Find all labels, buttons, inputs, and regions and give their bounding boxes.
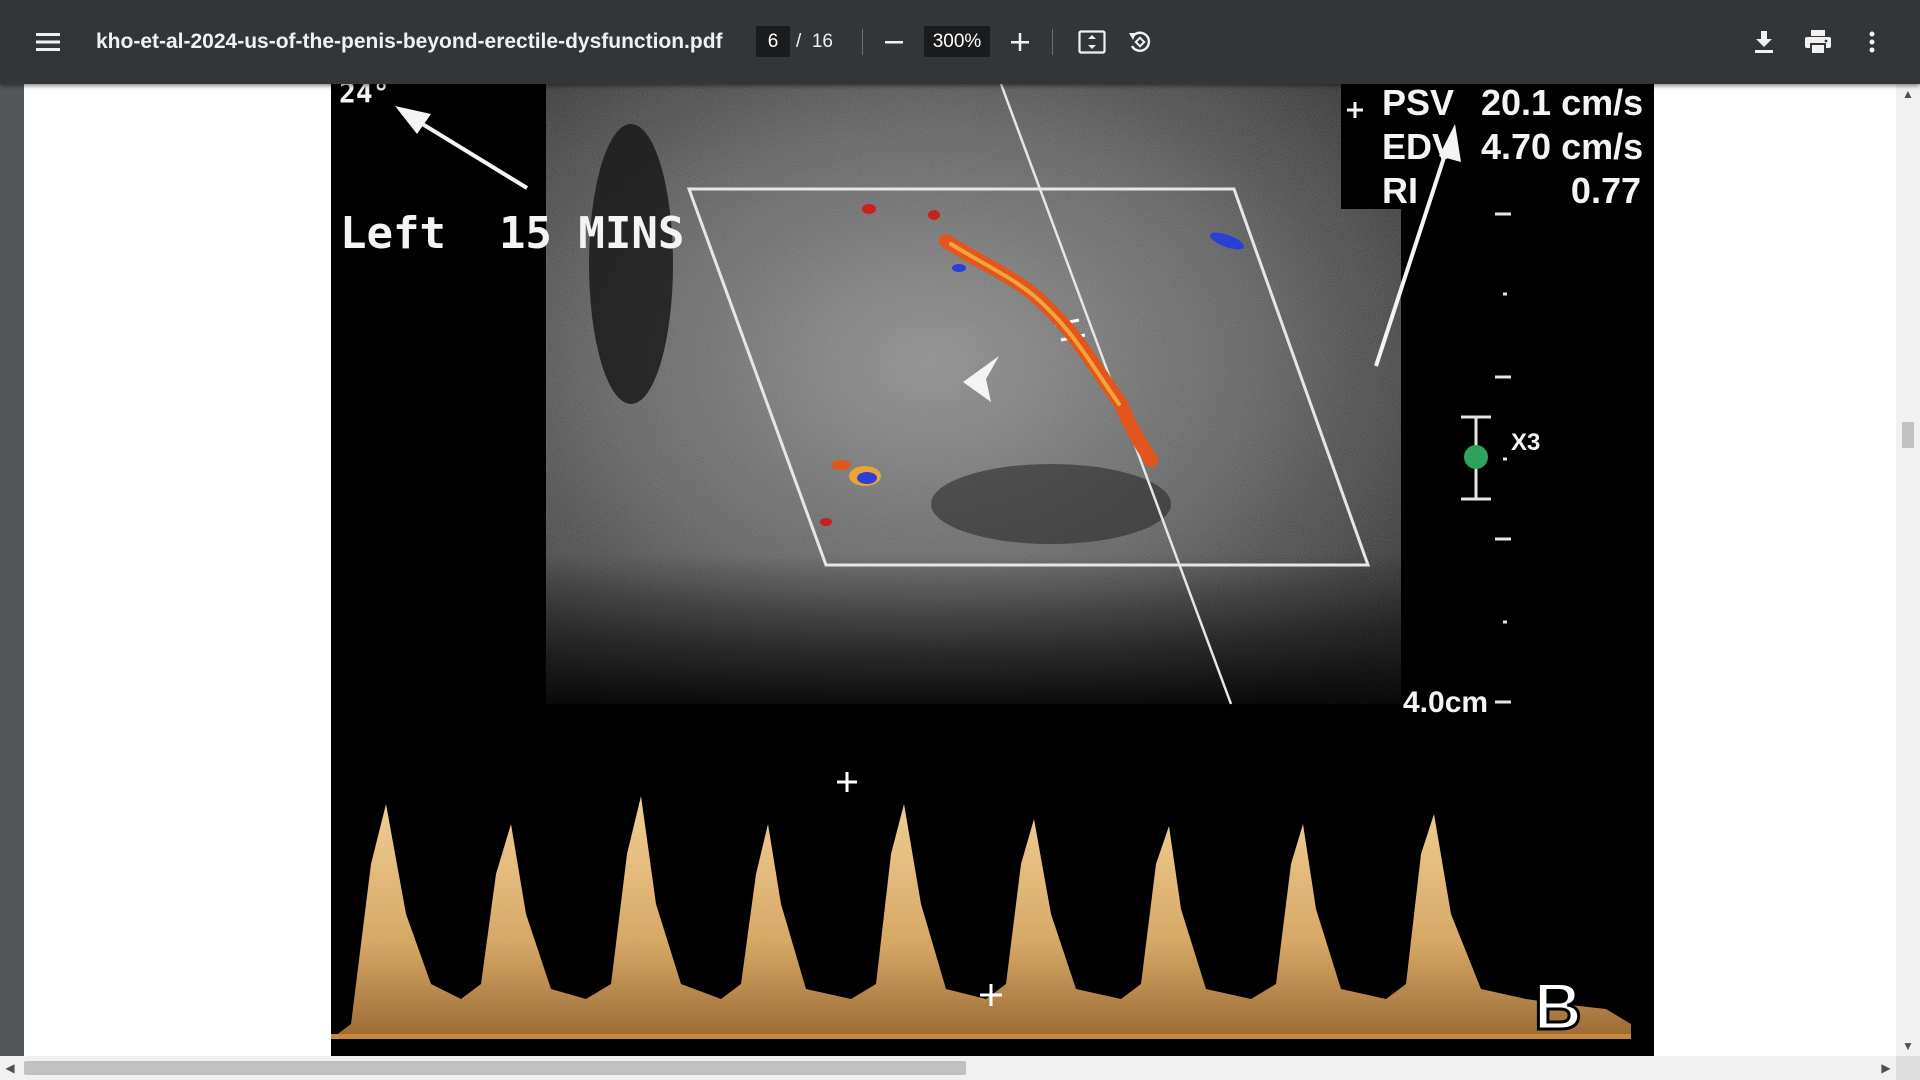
spectral-baseline — [331, 1034, 1631, 1039]
figure-panel-letter: B — [1533, 968, 1584, 1045]
vertical-scrollbar[interactable]: ▲ ▼ — [1896, 84, 1920, 1056]
zoom-out-button[interactable] — [874, 22, 914, 62]
zoom-in-button[interactable] — [1000, 22, 1040, 62]
flow-spot — [857, 472, 877, 484]
ri-value: 0.77 — [1570, 170, 1641, 211]
pdf-page: 24° Left 15 MINS PSV 20.1 cm/s EDV 4.70 … — [24, 84, 1896, 1056]
ultrasound-figure: 24° Left 15 MINS PSV 20.1 cm/s EDV 4.70 … — [331, 84, 1654, 1056]
document-title: kho-et-al-2024-us-of-the-penis-beyond-er… — [96, 30, 723, 53]
edv-value: 4.70 cm/s — [1481, 126, 1644, 167]
page-total-label: / 16 — [796, 30, 833, 52]
psv-label: PSV — [1382, 84, 1455, 123]
hamburger-menu-icon — [36, 33, 60, 51]
depth-scale-label: 4.0cm — [1403, 686, 1489, 719]
dark-structure — [931, 464, 1171, 544]
spectral-caliper — [837, 772, 857, 792]
scroll-down-arrow-icon[interactable]: ▼ — [1896, 1036, 1920, 1056]
fit-to-page-button[interactable] — [1072, 22, 1112, 62]
tissue-fade — [546, 554, 1401, 704]
print-button[interactable] — [1798, 22, 1838, 62]
pdf-toolbar: kho-et-al-2024-us-of-the-penis-beyond-er… — [0, 0, 1920, 84]
annotation-arrow — [409, 115, 529, 190]
download-button[interactable] — [1744, 22, 1784, 62]
annotation-arrowhead — [395, 106, 431, 134]
fit-to-page-icon — [1078, 30, 1106, 54]
scrollbar-corner — [1896, 1056, 1920, 1080]
more-vertical-icon — [1869, 31, 1875, 53]
focal-zone-dot — [1464, 445, 1488, 469]
side-time-label: Left 15 MINS — [340, 208, 685, 259]
scroll-up-arrow-icon[interactable]: ▲ — [1896, 84, 1920, 104]
toolbar-divider — [862, 29, 863, 55]
insonation-angle-label: 24° — [339, 84, 390, 109]
more-actions-button[interactable] — [1852, 22, 1892, 62]
zoom-level-input[interactable]: 300% — [924, 26, 990, 57]
ri-label: RI — [1382, 170, 1418, 211]
depth-scale — [1495, 212, 1511, 704]
minus-icon — [885, 41, 903, 44]
menu-button[interactable] — [28, 22, 68, 62]
scroll-right-arrow-icon[interactable]: ▶ — [1876, 1056, 1896, 1080]
scroll-left-arrow-icon[interactable]: ◀ — [0, 1056, 20, 1080]
document-viewport[interactable]: 24° Left 15 MINS PSV 20.1 cm/s EDV 4.70 … — [0, 84, 1920, 1080]
vertical-scroll-thumb[interactable] — [1902, 422, 1914, 448]
edv-label: EDV — [1382, 126, 1457, 167]
rotate-counterclockwise-icon — [1129, 31, 1151, 52]
horizontal-scroll-thumb[interactable] — [24, 1061, 966, 1075]
zoom-factor-label: X3 — [1511, 429, 1541, 456]
print-icon — [1805, 30, 1831, 55]
psv-value: 20.1 cm/s — [1481, 84, 1644, 123]
page-number-input[interactable]: 6 — [756, 26, 790, 57]
flow-spot — [862, 204, 876, 214]
download-icon — [1755, 31, 1773, 53]
spectral-waveform — [331, 796, 1631, 1039]
toolbar-divider — [1052, 29, 1053, 55]
flow-spot — [820, 518, 832, 526]
dark-structure — [589, 124, 673, 404]
horizontal-scrollbar[interactable]: ◀ ▶ — [0, 1056, 1896, 1080]
flow-spot — [928, 210, 940, 220]
plus-icon — [1011, 33, 1029, 51]
rotate-button[interactable] — [1120, 22, 1160, 62]
flow-spot — [831, 460, 851, 470]
flow-spot — [952, 264, 966, 272]
